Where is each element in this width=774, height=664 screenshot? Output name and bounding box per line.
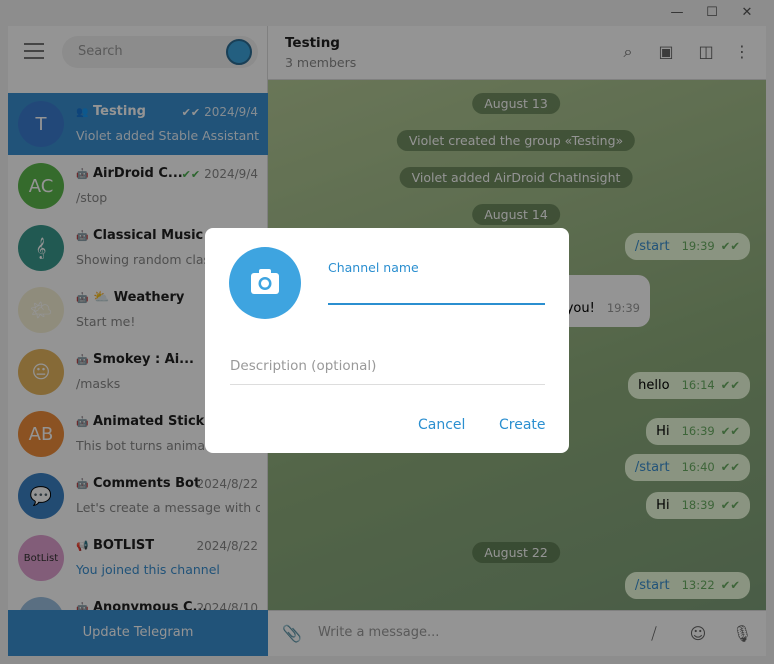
upload-photo-button[interactable] bbox=[229, 247, 301, 319]
channel-name-label: Channel name bbox=[328, 260, 419, 275]
channel-name-underline bbox=[328, 303, 545, 305]
description-underline bbox=[230, 384, 545, 385]
cancel-button[interactable]: Cancel bbox=[418, 417, 465, 433]
channel-name-input[interactable] bbox=[328, 280, 545, 302]
create-button[interactable]: Create bbox=[499, 417, 546, 433]
camera-icon bbox=[251, 269, 279, 294]
new-channel-dialog: Channel name Description (optional) Canc… bbox=[205, 228, 569, 453]
description-input[interactable]: Description (optional) bbox=[230, 358, 376, 374]
